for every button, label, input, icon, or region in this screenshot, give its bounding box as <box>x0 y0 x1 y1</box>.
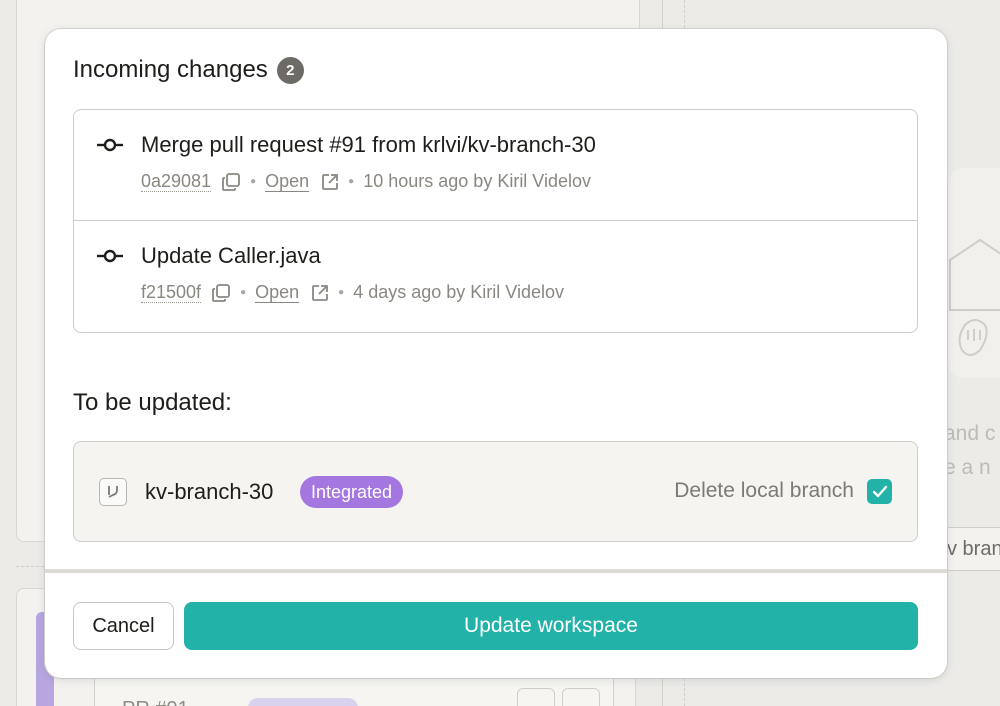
checkmark-icon <box>872 485 887 497</box>
background-empty-text-line1: and c <box>944 422 996 445</box>
integrated-status-badge: Integrated <box>300 476 404 508</box>
meta-separator-dot: ● <box>240 287 247 298</box>
commit-meta: f21500f ● Open ● 4 days ago by Kiril Vid… <box>141 282 564 303</box>
commit-row: Merge pull request #91 from krlvi/kv-bra… <box>74 110 917 221</box>
background-lane-copy-button <box>517 688 555 706</box>
commit-row: Update Caller.java f21500f ● Open ● 4 da… <box>74 221 917 332</box>
external-link-icon[interactable] <box>311 284 329 302</box>
commit-icon <box>97 249 123 263</box>
commit-sha[interactable]: 0a29081 <box>141 171 212 192</box>
commit-title: Merge pull request #91 from krlvi/kv-bra… <box>141 132 596 157</box>
dialog-header: Incoming changes 2 <box>73 56 304 84</box>
meta-separator-dot: ● <box>250 176 257 187</box>
commit-open-link[interactable]: Open <box>255 282 300 303</box>
meta-separator-dot: ● <box>348 176 355 187</box>
commit-open-link[interactable]: Open <box>265 171 310 192</box>
branch-name: kv-branch-30 <box>145 479 274 504</box>
background-lane-open-button <box>562 688 600 706</box>
branch-icon <box>99 478 127 506</box>
background-empty-text-line2: e a n <box>944 456 991 479</box>
dialog-footer-separator <box>45 569 947 573</box>
copy-icon[interactable] <box>221 172 241 192</box>
commit-time-author: 10 hours ago by Kiril Videlov <box>363 171 592 191</box>
external-link-icon[interactable] <box>321 173 339 191</box>
background-lane-tag <box>248 698 358 706</box>
to-be-updated-heading: To be updated: <box>73 389 232 416</box>
commit-icon <box>97 138 123 152</box>
update-workspace-dialog: Incoming changes 2 Merge pull request #9… <box>45 29 947 678</box>
empty-state-illustration-icon <box>949 238 1000 356</box>
meta-separator-dot: ● <box>338 287 345 298</box>
incoming-commits-list: Merge pull request #91 from krlvi/kv-bra… <box>73 109 918 333</box>
commit-time-author: 4 days ago by Kiril Videlov <box>353 282 564 302</box>
cancel-button[interactable]: Cancel <box>73 602 174 650</box>
delete-local-branch-label[interactable]: Delete local branch <box>674 479 854 503</box>
commit-meta: 0a29081 ● Open ● 10 hours ago by Kiril V… <box>141 171 591 192</box>
commit-sha[interactable]: f21500f <box>141 282 202 303</box>
delete-local-branch-checkbox[interactable] <box>867 479 892 504</box>
commit-title: Update Caller.java <box>141 243 321 268</box>
incoming-count-badge: 2 <box>276 56 304 84</box>
update-workspace-button[interactable]: Update workspace <box>184 602 918 650</box>
copy-icon[interactable] <box>211 283 231 303</box>
branch-card: kv-branch-30 Integrated Delete local bra… <box>73 441 918 542</box>
dialog-title: Incoming changes <box>73 56 268 83</box>
background-lane-title: PR #91 <box>122 698 189 706</box>
